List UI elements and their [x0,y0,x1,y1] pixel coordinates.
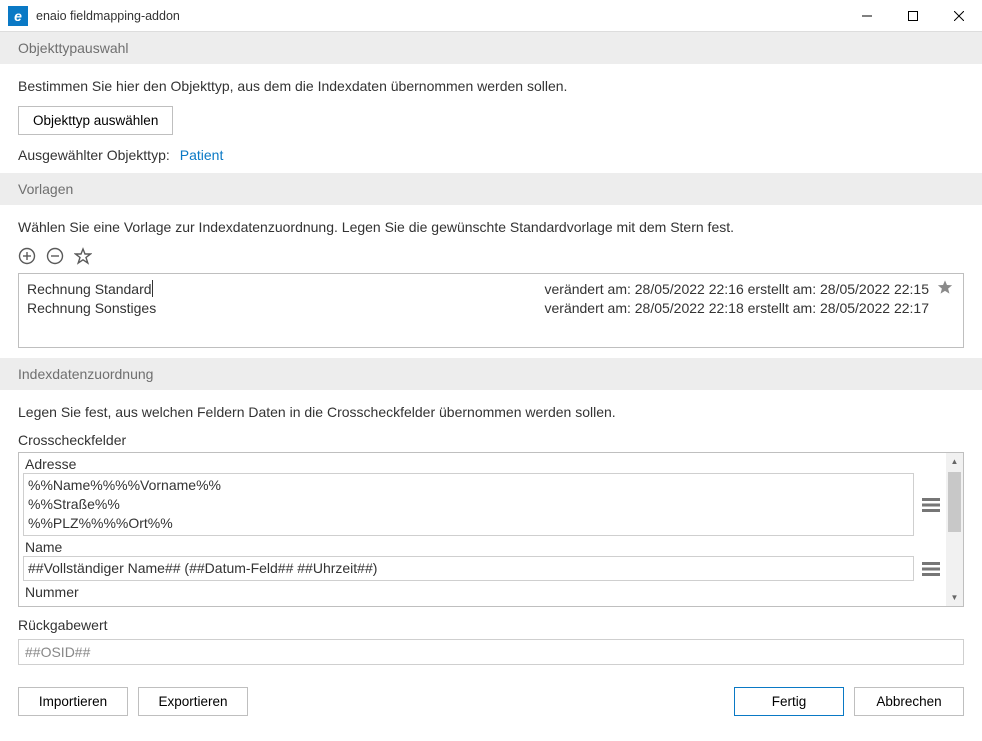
template-row[interactable]: Rechnung Standard verändert am: 28/05/20… [27,278,955,299]
add-template-icon[interactable] [18,247,36,265]
crosscheck-label: Crosscheckfelder [18,432,964,448]
template-name: Rechnung Standard [27,281,152,297]
templates-list[interactable]: Rechnung Standard verändert am: 28/05/20… [18,273,964,348]
section-header-objecttype: Objekttypauswahl [0,32,982,64]
scroll-track[interactable] [946,470,963,589]
scroll-down-icon[interactable]: ▼ [946,589,963,606]
text-cursor [152,280,153,297]
minimize-button[interactable] [844,0,890,32]
return-input[interactable]: ##OSID## [18,639,964,665]
import-button[interactable]: Importieren [18,687,128,716]
section-body-templates: Wählen Sie eine Vorlage zur Indexdatenzu… [0,205,982,358]
section-header-templates: Vorlagen [0,173,982,205]
star-icon[interactable] [937,279,955,298]
template-meta: verändert am: 28/05/2022 22:16 erstellt … [545,281,930,297]
field-input-name[interactable]: ##Vollständiger Name## (##Datum-Feld## #… [23,556,914,581]
return-label: Rückgabewert [18,617,964,633]
crosscheck-body: Adresse %%Name%%%%Vorname%% %%Straße%% %… [19,453,946,606]
footer: Importieren Exportieren Fertig Abbrechen [0,675,982,728]
section-header-mapping: Indexdatenzuordnung [0,358,982,390]
crosscheck-area: Adresse %%Name%%%%Vorname%% %%Straße%% %… [18,452,964,607]
close-button[interactable] [936,0,982,32]
section-body-objecttype: Bestimmen Sie hier den Objekttyp, aus de… [0,64,982,173]
remove-template-icon[interactable] [46,247,64,265]
field-label: Nummer [23,583,942,601]
field-label: Adresse [23,455,942,473]
objecttype-desc: Bestimmen Sie hier den Objekttyp, aus de… [18,78,964,94]
field-value: %%Name%%%%Vorname%% %%Straße%% %%PLZ%%%%… [28,476,909,533]
field-input-adresse[interactable]: %%Name%%%%Vorname%% %%Straße%% %%PLZ%%%%… [23,473,914,536]
scroll-up-icon[interactable]: ▲ [946,453,963,470]
app-icon: e [8,6,28,26]
window-title: enaio fieldmapping-addon [36,9,844,23]
template-name: Rechnung Sonstiges [27,300,156,316]
field-picker-icon[interactable] [920,562,942,576]
maximize-button[interactable] [890,0,936,32]
scrollbar[interactable]: ▲ ▼ [946,453,963,606]
field-value: ##Vollständiger Name## (##Datum-Feld## #… [28,559,909,578]
content: Objekttypauswahl Bestimmen Sie hier den … [0,32,982,728]
selected-objecttype-value: Patient [180,147,224,163]
selected-objecttype-label: Ausgewählter Objekttyp: [18,147,170,163]
template-row[interactable]: Rechnung Sonstiges verändert am: 28/05/2… [27,299,955,317]
template-meta: verändert am: 28/05/2022 22:18 erstellt … [545,300,930,316]
select-objecttype-button[interactable]: Objekttyp auswählen [18,106,173,135]
export-button[interactable]: Exportieren [138,687,248,716]
cancel-button[interactable]: Abbrechen [854,687,964,716]
section-body-mapping: Legen Sie fest, aus welchen Feldern Date… [0,390,982,675]
field-picker-icon[interactable] [920,498,942,512]
scroll-thumb[interactable] [948,472,961,532]
return-placeholder: ##OSID## [25,644,90,660]
favorite-template-icon[interactable] [74,247,92,265]
titlebar: e enaio fieldmapping-addon [0,0,982,32]
done-button[interactable]: Fertig [734,687,844,716]
mapping-desc: Legen Sie fest, aus welchen Feldern Date… [18,404,964,420]
field-label: Name [23,538,942,556]
templates-desc: Wählen Sie eine Vorlage zur Indexdatenzu… [18,219,964,235]
